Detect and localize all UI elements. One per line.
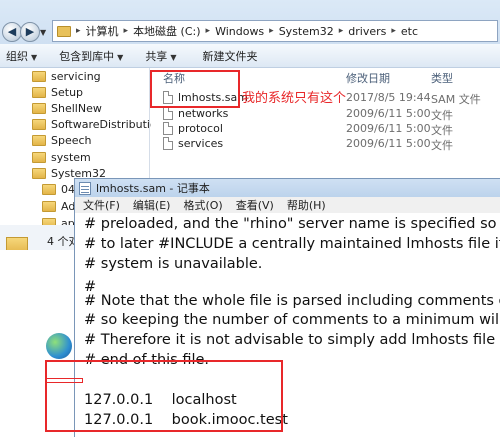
breadcrumb-computer[interactable]: 计算机 [86, 23, 119, 39]
highlight-box [150, 70, 240, 108]
notepad-title: lmhosts.sam - 记事本 [96, 182, 210, 195]
new-folder-label: 新建文件夹 [202, 49, 258, 63]
text-line: # Therefore it is not advisable to simpl… [84, 332, 500, 348]
tree-label: system [51, 150, 91, 164]
file-row-protocol[interactable]: protocol 2009/6/11 5:00 文件 [151, 121, 500, 137]
file-name: services [178, 137, 224, 150]
tree-label: servicing [51, 69, 101, 83]
hosts-highlight-box [45, 360, 283, 432]
folder-icon [32, 86, 46, 98]
address-bar[interactable]: ▸ 计算机 ▸ 本地磁盘 (C:) ▸ Windows ▸ System32 ▸… [52, 20, 498, 42]
file-row-networks[interactable]: networks 2009/6/11 5:00 文件 [151, 106, 500, 122]
file-name: networks [178, 107, 229, 120]
new-folder-button[interactable]: 新建文件夹 [196, 48, 267, 64]
folder-icon [42, 183, 56, 195]
chevron-right-icon[interactable]: ▸ [124, 26, 129, 36]
tree-item-system[interactable]: system [32, 149, 91, 165]
folder-icon [32, 102, 46, 114]
breadcrumb-system32[interactable]: System32 [279, 25, 334, 38]
chevron-right-icon[interactable]: ▸ [269, 26, 274, 36]
tree-item-shellnew[interactable]: ShellNew [32, 100, 102, 116]
folder-icon [32, 167, 46, 179]
breadcrumb-etc[interactable]: etc [401, 25, 418, 38]
tree-item-softwaredistribution[interactable]: SoftwareDistribution [32, 116, 164, 132]
command-bar: 组织 ▼ 包含到库中 ▼ 共享 ▼ 新建文件夹 [0, 44, 500, 68]
text-line: # preloaded, and the "rhino" server name… [84, 216, 500, 232]
file-type: SAM 文件 [431, 93, 481, 106]
tree-item-setup[interactable]: Setup [32, 84, 83, 100]
file-row-services[interactable]: services 2009/6/11 5:00 文件 [151, 136, 500, 152]
caret-down-icon: ▼ [117, 52, 124, 62]
file-date: 2009/6/11 5:00 [346, 122, 431, 135]
share-label: 共享 [145, 49, 168, 63]
text-line: # to later #INCLUDE a centrally maintain… [84, 236, 500, 252]
chevron-right-icon[interactable]: ▸ [391, 26, 396, 36]
share-menu[interactable]: 共享 ▼ [139, 48, 186, 64]
address-row: ◀ ▶ ▼ ▸ 计算机 ▸ 本地磁盘 (C:) ▸ Windows ▸ Syst… [0, 0, 500, 44]
breadcrumb-local-disk[interactable]: 本地磁盘 (C:) [133, 23, 200, 39]
include-in-library-label: 包含到库中 [59, 49, 115, 63]
notepad-icon [79, 181, 91, 195]
menu-help[interactable]: 帮助(H) [279, 197, 331, 213]
folder-icon [6, 237, 28, 250]
column-date-header[interactable]: 修改日期 [346, 70, 390, 86]
file-icon [163, 107, 173, 120]
file-icon [163, 122, 173, 135]
file-type: 文件 [431, 139, 453, 152]
file-date: 2009/6/11 5:00 [346, 137, 431, 150]
caret-down-icon: ▼ [31, 52, 38, 62]
folder-icon [32, 70, 46, 82]
text-line: # system is unavailable. [84, 256, 263, 272]
menu-edit[interactable]: 编辑(E) [125, 197, 176, 213]
file-date: 2017/8/5 19:44 [346, 91, 431, 104]
folder-icon [32, 118, 46, 130]
menu-format[interactable]: 格式(O) [175, 197, 227, 213]
annotation-text: 我的系统只有这个 [242, 91, 347, 106]
tree-item-speech[interactable]: Speech [32, 132, 92, 148]
forward-button[interactable]: ▶ [20, 22, 40, 42]
include-in-library-menu[interactable]: 包含到库中 ▼ [53, 48, 133, 64]
menu-file[interactable]: 文件(F) [75, 197, 125, 213]
tree-label: ShellNew [51, 101, 102, 115]
folder-icon [32, 134, 46, 146]
menu-view[interactable]: 查看(V) [228, 197, 279, 213]
back-button[interactable]: ◀ [2, 22, 22, 42]
globe-icon[interactable] [46, 333, 72, 359]
tree-item-servicing[interactable]: servicing [32, 68, 101, 84]
file-icon [163, 137, 173, 150]
tree-label: Speech [51, 133, 92, 147]
column-type-header[interactable]: 类型 [431, 70, 453, 86]
text-line: # so keeping the number of comments to a… [84, 312, 500, 328]
tree-label: Setup [51, 85, 84, 99]
notepad-menubar: 文件(F) 编辑(E) 格式(O) 查看(V) 帮助(H) [75, 197, 500, 213]
folder-icon [42, 200, 56, 212]
folder-icon [32, 151, 46, 163]
history-dropdown-icon[interactable]: ▼ [40, 28, 46, 37]
tree-label: SoftwareDistribution [51, 117, 164, 131]
notepad-titlebar[interactable]: lmhosts.sam - 记事本 [75, 179, 500, 197]
file-name: protocol [178, 122, 223, 135]
folder-icon [57, 25, 71, 37]
organize-label: 组织 [6, 49, 28, 63]
file-date: 2009/6/11 5:00 [346, 107, 431, 120]
caret-down-icon: ▼ [170, 52, 177, 62]
breadcrumb-drivers[interactable]: drivers [348, 25, 386, 38]
organize-menu[interactable]: 组织 ▼ [0, 48, 47, 64]
chevron-right-icon[interactable]: ▸ [339, 26, 344, 36]
chevron-right-icon[interactable]: ▸ [206, 26, 211, 36]
text-line: # Note that the whole file is parsed inc… [84, 293, 500, 309]
chevron-right-icon[interactable]: ▸ [76, 26, 81, 36]
breadcrumb-windows[interactable]: Windows [215, 25, 264, 38]
